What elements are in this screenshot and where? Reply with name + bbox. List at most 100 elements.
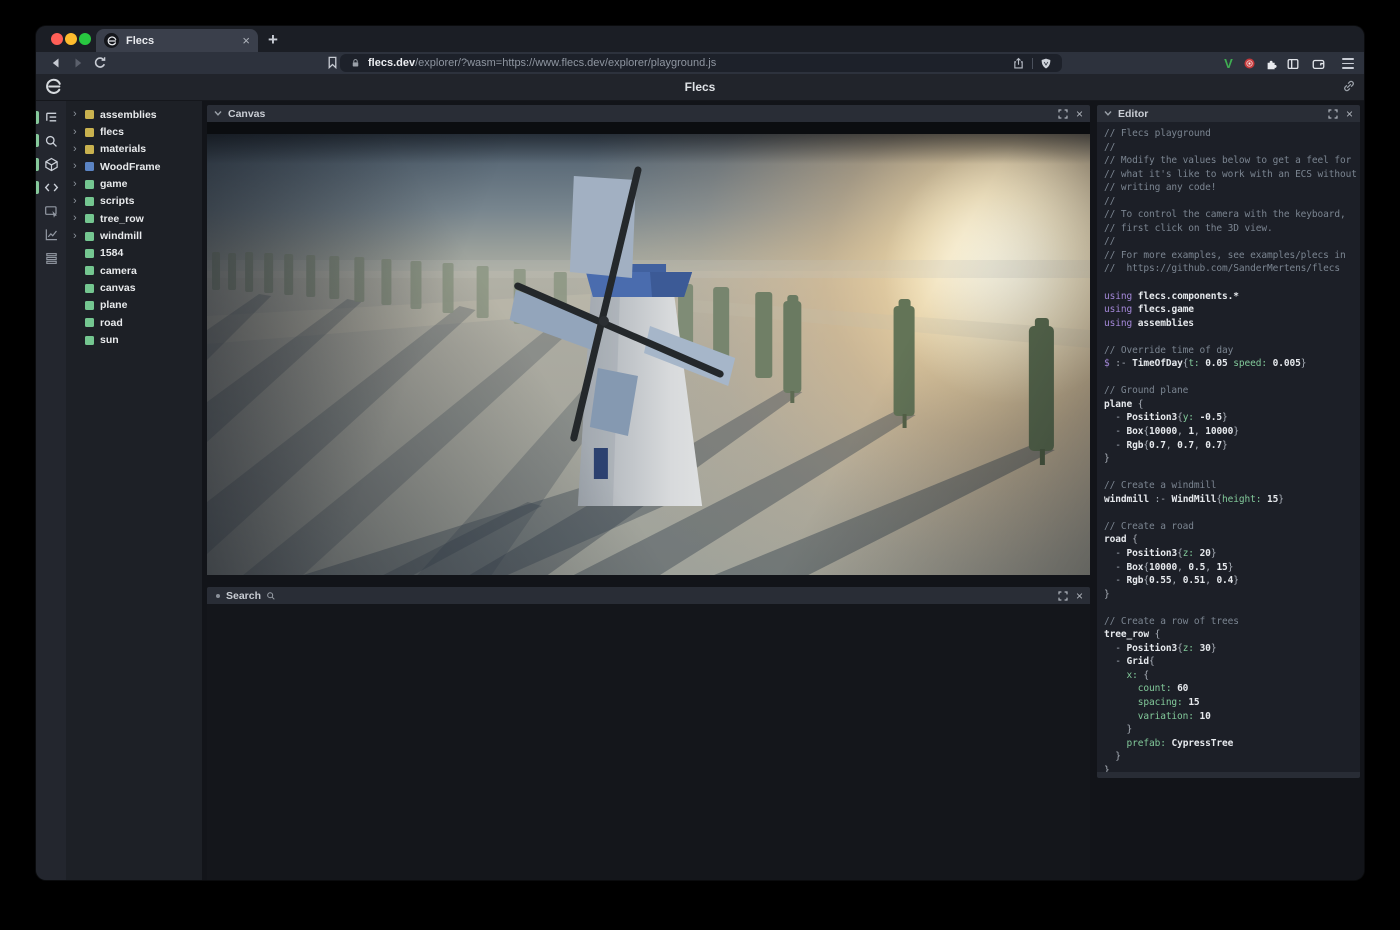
code-editor[interactable]: // Flecs playground//// Modify the value… bbox=[1097, 122, 1360, 772]
tree-item-label: flecs bbox=[100, 126, 124, 138]
search-panel-body[interactable] bbox=[207, 604, 1090, 880]
tree-item-plane[interactable]: plane bbox=[66, 297, 202, 314]
expand-arrow-icon[interactable]: › bbox=[73, 213, 85, 224]
zoom-window-button[interactable] bbox=[79, 33, 91, 45]
extensions-puzzle-icon[interactable] bbox=[1263, 55, 1280, 72]
code-line: plane { bbox=[1104, 398, 1360, 412]
tab-close-icon[interactable]: × bbox=[242, 34, 250, 47]
code-line: // Create a row of trees bbox=[1104, 615, 1360, 629]
entity-color-swatch bbox=[85, 128, 94, 137]
url-domain: flecs.dev bbox=[368, 57, 415, 69]
code-line bbox=[1104, 330, 1360, 344]
tree-item-label: 1584 bbox=[100, 247, 123, 259]
expand-arrow-icon[interactable]: › bbox=[73, 161, 85, 172]
url-bar[interactable]: flecs.dev/explorer/?wasm=https://www.fle… bbox=[340, 54, 1062, 72]
expand-arrow-icon[interactable]: › bbox=[73, 179, 85, 190]
expand-arrow-icon[interactable]: › bbox=[73, 127, 85, 138]
expand-arrow-icon[interactable]: › bbox=[73, 231, 85, 242]
expand-arrow-icon[interactable]: › bbox=[73, 196, 85, 207]
new-tab-button[interactable]: + bbox=[268, 30, 278, 50]
share-icon[interactable] bbox=[1012, 57, 1025, 70]
editor-panel-header[interactable]: Editor × bbox=[1097, 105, 1360, 122]
reload-button[interactable] bbox=[92, 55, 108, 71]
tree-item-1584[interactable]: 1584 bbox=[66, 245, 202, 262]
code-line: - Rgb{0.55, 0.51, 0.4} bbox=[1104, 574, 1360, 588]
code-line: - Grid{ bbox=[1104, 655, 1360, 669]
search-panel-header[interactable]: Search × bbox=[207, 587, 1090, 604]
expand-arrow-icon[interactable]: › bbox=[73, 144, 85, 155]
code-line: - Rgb{0.7, 0.7, 0.7} bbox=[1104, 439, 1360, 453]
fullscreen-icon[interactable] bbox=[1328, 109, 1338, 119]
wallet-icon[interactable] bbox=[1310, 55, 1327, 72]
rail-stats-button[interactable] bbox=[36, 223, 66, 246]
rail-inspector-button[interactable] bbox=[36, 200, 66, 223]
entity-color-swatch bbox=[85, 232, 94, 241]
tree-item-canvas[interactable]: canvas bbox=[66, 279, 202, 296]
code-line bbox=[1104, 466, 1360, 480]
canvas-close-icon[interactable]: × bbox=[1076, 108, 1083, 120]
tree-item-windmill[interactable]: ›windmill bbox=[66, 227, 202, 244]
browser-toolbar: flecs.dev/explorer/?wasm=https://www.fle… bbox=[36, 52, 1364, 74]
editor-close-icon[interactable]: × bbox=[1346, 108, 1353, 120]
back-button[interactable] bbox=[48, 55, 64, 71]
tree-item-scripts[interactable]: ›scripts bbox=[66, 193, 202, 210]
tree-item-materials[interactable]: › materials bbox=[66, 141, 202, 158]
brave-shield-icon[interactable] bbox=[1040, 57, 1052, 70]
tree-item-tree_row[interactable]: › tree_row bbox=[66, 210, 202, 227]
code-line: // For more examples, see examples/plecs… bbox=[1104, 249, 1360, 263]
browser-window: Flecs × + flecs.dev/explorer/?wasm=https… bbox=[36, 26, 1364, 880]
entity-color-swatch bbox=[85, 249, 94, 258]
tree-item-label: materials bbox=[100, 143, 146, 155]
flecs-app: Flecs bbox=[36, 74, 1364, 880]
share-link-icon[interactable] bbox=[1342, 79, 1356, 93]
rail-entity-tree-button[interactable] bbox=[36, 106, 66, 129]
tree-item-label: game bbox=[100, 178, 127, 190]
forward-button[interactable] bbox=[70, 55, 86, 71]
code-line: prefab: CypressTree bbox=[1104, 737, 1360, 751]
menu-icon[interactable] bbox=[1339, 55, 1356, 72]
code-line: // To control the camera with the keyboa… bbox=[1104, 208, 1360, 222]
url-path: /explorer/?wasm=https://www.flecs.dev/ex… bbox=[415, 57, 716, 69]
canvas-3d-view[interactable] bbox=[207, 122, 1090, 575]
bookmark-icon[interactable] bbox=[325, 55, 341, 71]
canvas-panel-header[interactable]: Canvas × bbox=[207, 105, 1090, 122]
minimize-window-button[interactable] bbox=[65, 33, 77, 45]
fullscreen-icon[interactable] bbox=[1058, 591, 1068, 601]
tree-item-camera[interactable]: camera bbox=[66, 262, 202, 279]
extension-v-icon[interactable]: V bbox=[1220, 55, 1237, 72]
entity-color-swatch bbox=[85, 162, 94, 171]
code-line: } bbox=[1104, 723, 1360, 737]
code-line: // Ground plane bbox=[1104, 384, 1360, 398]
code-line: using assemblies bbox=[1104, 317, 1360, 331]
rail-search-button[interactable] bbox=[36, 129, 66, 152]
tree-item-game[interactable]: › game bbox=[66, 175, 202, 192]
rail-scene-button[interactable] bbox=[36, 153, 66, 176]
fullscreen-icon[interactable] bbox=[1058, 109, 1068, 119]
code-line: road { bbox=[1104, 533, 1360, 547]
sidebar-toggle-icon[interactable] bbox=[1284, 55, 1301, 72]
tree-item-sun[interactable]: sun bbox=[66, 331, 202, 348]
search-close-icon[interactable]: × bbox=[1076, 590, 1083, 602]
lock-icon bbox=[350, 57, 361, 69]
tree-item-WoodFrame[interactable]: › WoodFrame bbox=[66, 158, 202, 175]
browser-tab[interactable]: Flecs × bbox=[96, 29, 258, 52]
tree-item-label: camera bbox=[100, 265, 137, 277]
tree-item-road[interactable]: road bbox=[66, 314, 202, 331]
page-title: Flecs bbox=[36, 80, 1364, 94]
code-line: using flecs.game bbox=[1104, 303, 1360, 317]
tree-item-label: WoodFrame bbox=[100, 161, 160, 173]
tree-item-flecs[interactable]: › flecs bbox=[66, 123, 202, 140]
panel-rail bbox=[36, 101, 66, 880]
search-panel-title: Search bbox=[226, 590, 261, 602]
code-line: // Override time of day bbox=[1104, 344, 1360, 358]
entity-tree-panel: ›assemblies›flecs›materials›WoodFrame›ga… bbox=[66, 101, 202, 880]
expand-arrow-icon[interactable]: › bbox=[73, 109, 85, 120]
extension-red-icon[interactable] bbox=[1241, 55, 1258, 72]
code-line: - Box{10000, 1, 10000} bbox=[1104, 425, 1360, 439]
tree-item-label: tree_row bbox=[100, 213, 144, 225]
rail-queries-button[interactable] bbox=[36, 246, 66, 269]
close-window-button[interactable] bbox=[51, 33, 63, 45]
tree-item-assemblies[interactable]: ›assemblies bbox=[66, 106, 202, 123]
entity-color-swatch bbox=[85, 197, 94, 206]
rail-editor-button[interactable] bbox=[36, 176, 66, 199]
